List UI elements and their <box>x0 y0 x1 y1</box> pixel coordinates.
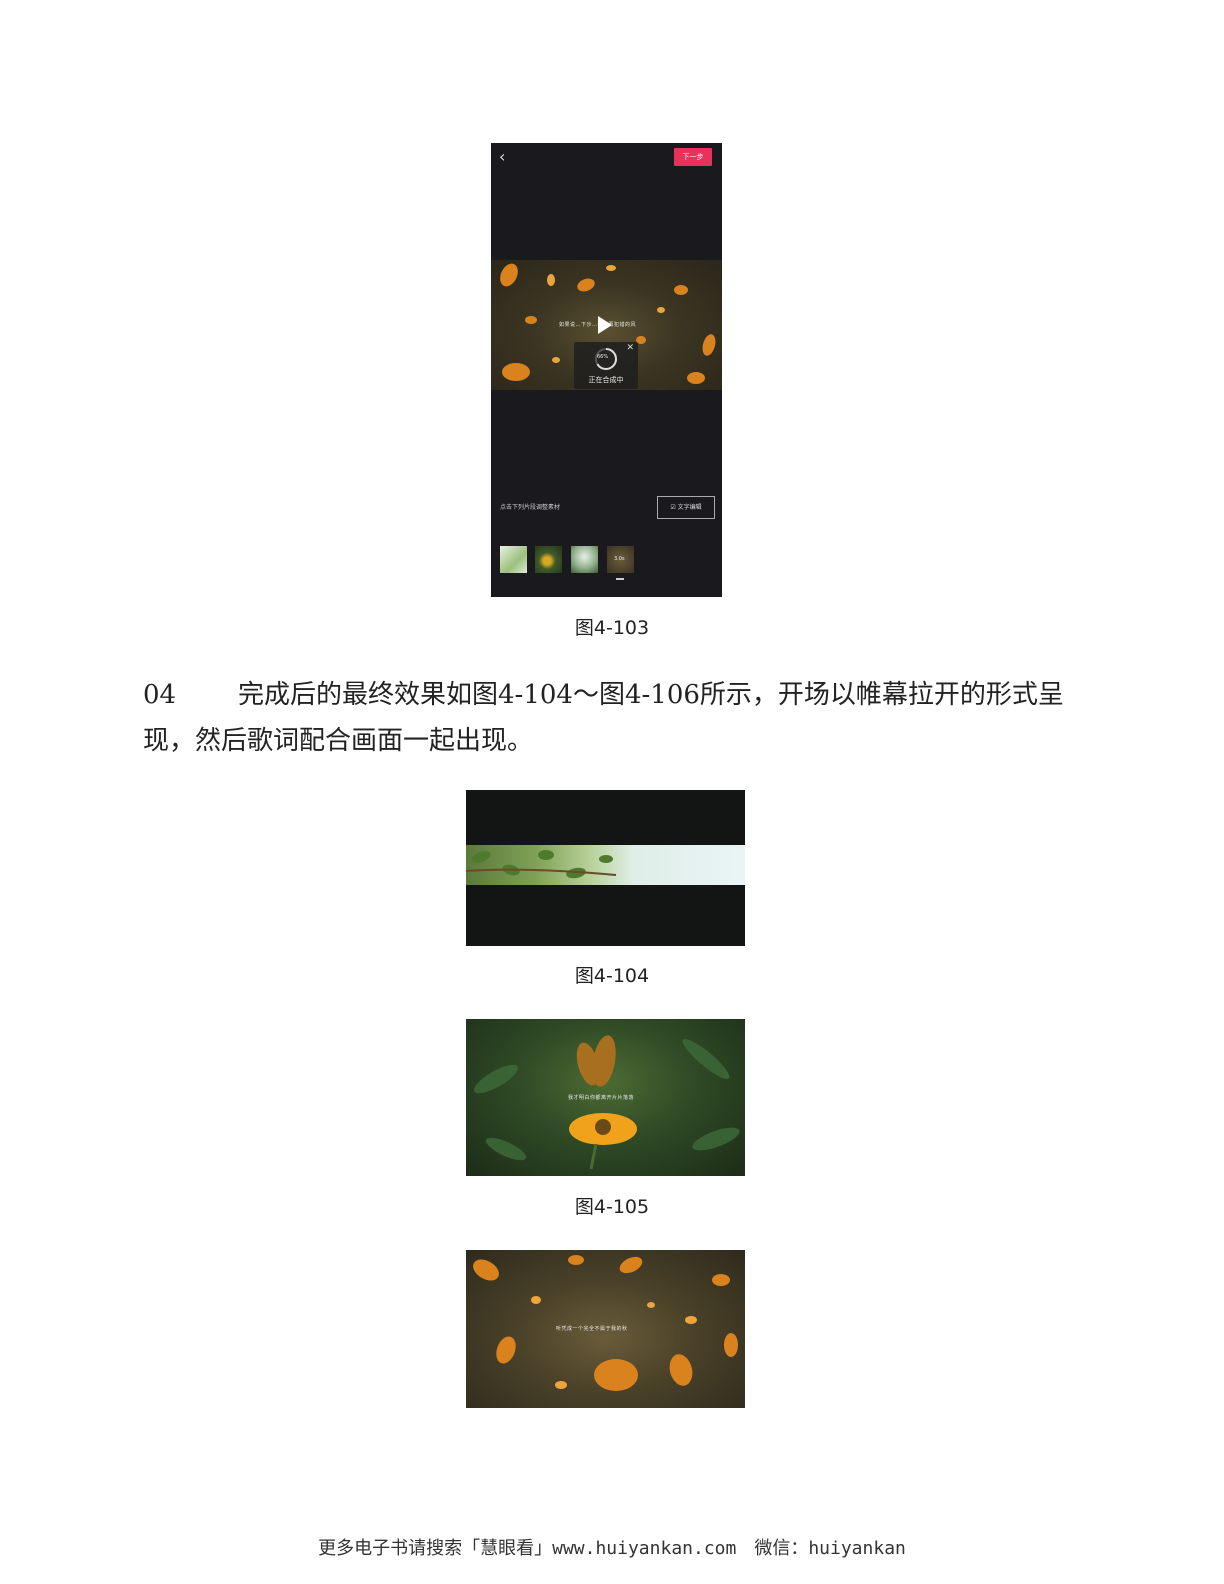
video-preview[interactable]: 如果说…下沙…我不再犯错的风 ✕ 66% 正在合成中 <box>491 260 722 390</box>
close-icon[interactable]: ✕ <box>626 343 634 353</box>
selected-indicator <box>616 578 624 580</box>
paragraph-text: 完成后的最终效果如图4-104～图4-106所示，开场以帷幕拉开的形式呈现，然后… <box>143 680 1064 756</box>
autumn-leaves-image: 听凭成一个完全不属于我的秋 <box>466 1250 745 1408</box>
leaves-graphic <box>466 850 617 879</box>
butterfly-flower-image: 我才明白你都离开片片落落 <box>466 1019 745 1176</box>
edit-text-button[interactable]: ☑ 文字编辑 <box>657 496 715 519</box>
step-number: 04 <box>143 680 177 710</box>
figure-caption: 图4-105 <box>574 1196 650 1218</box>
lyric-overlay: 听凭成一个完全不属于我的秋 <box>556 1326 628 1332</box>
clip-thumbnail[interactable] <box>571 546 598 573</box>
figure-caption: 图4-103 <box>574 617 650 639</box>
clip-thumbnail[interactable]: 3.0s <box>607 546 634 573</box>
progress-percent: 66% <box>597 354 609 360</box>
body-paragraph: 04 完成后的最终效果如图4-104～图4-106所示，开场以帷幕拉开的形式呈现，… <box>143 672 1083 764</box>
figure-caption: 图4-104 <box>574 965 650 987</box>
curtain-opening-image <box>466 790 745 946</box>
clip-thumbnail[interactable] <box>535 546 562 573</box>
progress-dialog: ✕ 66% 正在合成中 <box>574 342 638 389</box>
phone-screenshot: ‹ 下一步 如果说…下沙…我不再犯错的风 ✕ 66% 正在合成中 点击下列片段调… <box>491 143 722 597</box>
clip-thumbnail[interactable] <box>500 546 527 573</box>
next-step-button[interactable]: 下一步 <box>674 148 712 166</box>
edit-text-label: 文字编辑 <box>677 504 702 511</box>
lyric-overlay: 我才明白你都离开片片落落 <box>568 1095 635 1101</box>
play-icon[interactable] <box>598 316 612 334</box>
hint-text: 点击下列片段调整素材 <box>500 504 561 511</box>
edit-icon: ☑ <box>670 504 678 511</box>
back-arrow-icon[interactable]: ‹ <box>499 149 505 165</box>
progress-label: 正在合成中 <box>588 376 624 384</box>
clip-duration: 3.0s <box>614 556 625 562</box>
footer-text: 更多电子书请搜索「慧眼看」www.huiyankan.com 微信：huiyan… <box>318 1538 906 1559</box>
